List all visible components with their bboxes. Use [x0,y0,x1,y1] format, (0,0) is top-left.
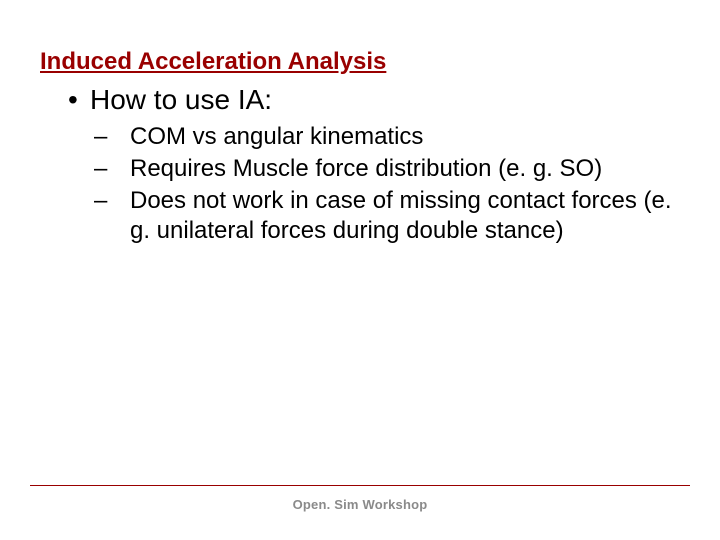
footer-divider [30,485,690,486]
dash-icon: – [112,122,130,152]
sub-bullet-item: –COM vs angular kinematics [112,122,680,152]
bullet-level-1: •How to use IA: [68,84,680,116]
dash-icon: – [112,154,130,184]
slide-title: Induced Acceleration Analysis [40,48,680,76]
bullet-dot-icon: • [68,84,90,116]
footer-label: Open. Sim Workshop [0,497,720,512]
bullet-text: How to use IA: [90,84,272,115]
dash-icon: – [112,186,130,216]
slide: Induced Acceleration Analysis •How to us… [0,0,720,540]
sub-bullet-text: Requires Muscle force distribution (e. g… [130,155,602,182]
sub-bullet-text: Does not work in case of missing contact… [130,187,672,244]
sub-bullet-text: COM vs angular kinematics [130,123,423,150]
sub-bullet-item: –Does not work in case of missing contac… [112,186,680,246]
sub-bullet-list: –COM vs angular kinematics –Requires Mus… [112,122,680,246]
sub-bullet-item: –Requires Muscle force distribution (e. … [112,154,680,184]
